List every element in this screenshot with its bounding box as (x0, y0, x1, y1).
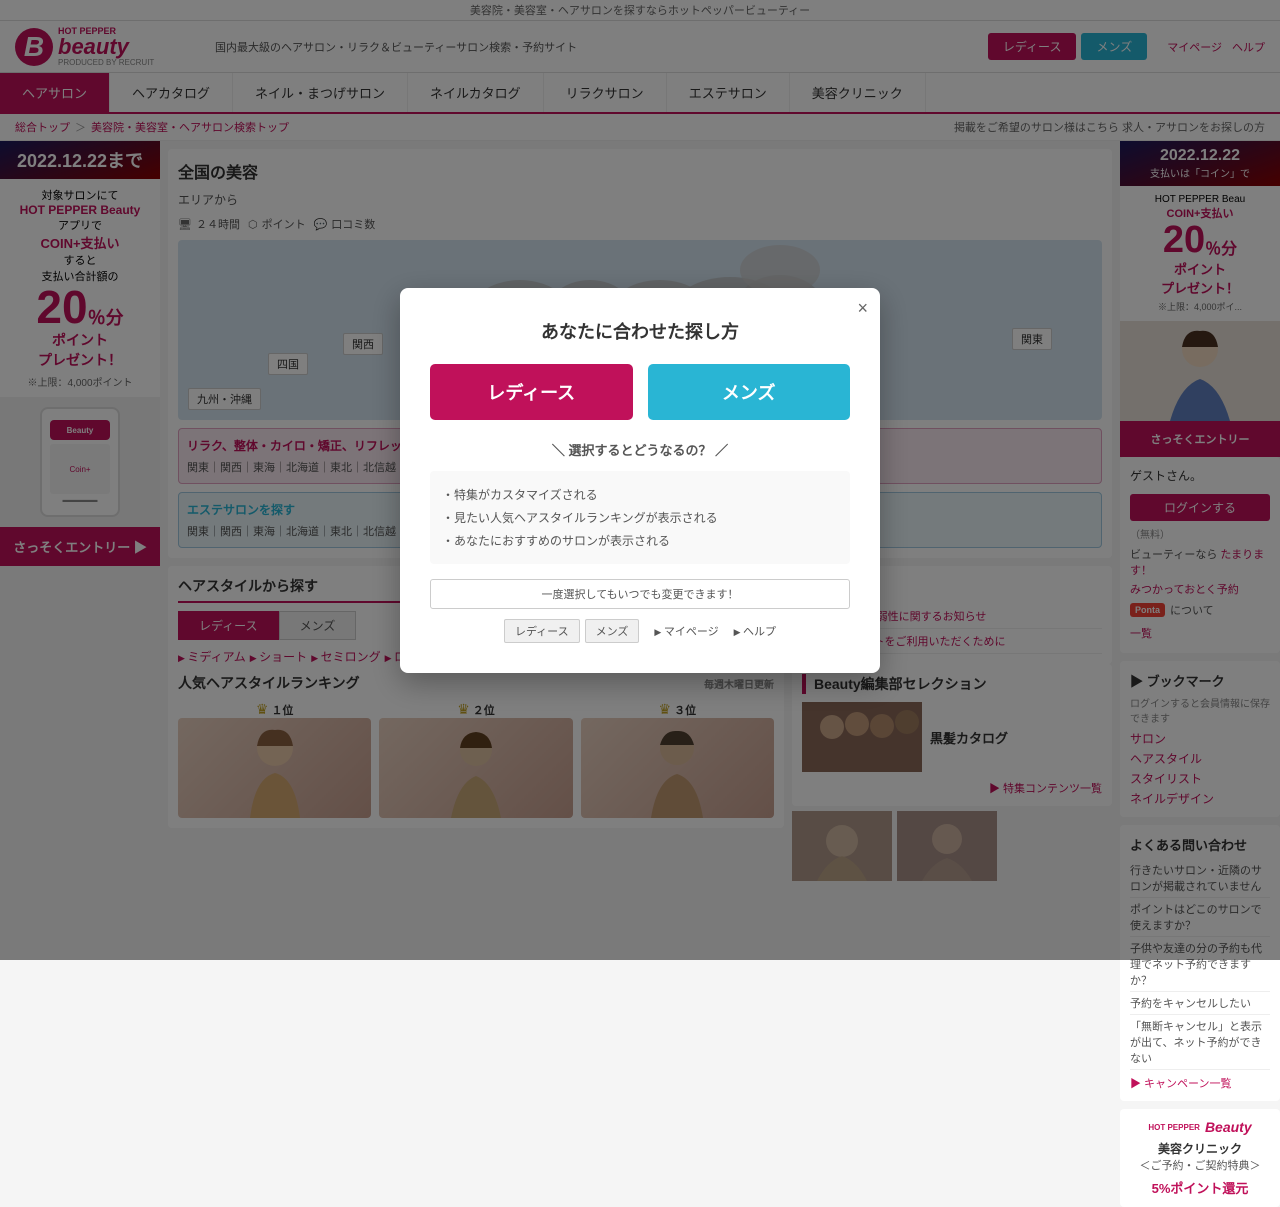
clinic-logo-hot: HOT PEPPER (1148, 1123, 1200, 1132)
modal-overlay[interactable]: × あなたに合わせた探し方 レディース メンズ ＼ 選択するとどうなるの？ ／ … (0, 0, 1280, 960)
modal-title: あなたに合わせた探し方 (430, 318, 850, 344)
campaign-more-link[interactable]: ▶ キャンペーン一覧 (1130, 1075, 1270, 1091)
clinic-offer-text: ＜ご予約・ご契約特典＞ (1130, 1157, 1270, 1173)
modal-close-button[interactable]: × (857, 298, 868, 319)
modal-gender-buttons: レディース メンズ (430, 364, 850, 420)
modal-note: 一度選択してもいつでも変更できます！ (430, 579, 850, 609)
clinic-logo-beauty: Beauty (1205, 1119, 1252, 1135)
modal-ladies-button[interactable]: レディース (430, 364, 633, 420)
clinic-logo-clinic: 美容クリニック (1130, 1140, 1270, 1157)
faq-item-5[interactable]: 「無断キャンセル」と表示が出て、ネット予約ができない (1130, 1015, 1270, 1070)
modal-benefit-1: 特集がカスタマイズされる (442, 483, 838, 506)
modal-benefit-3: あなたにおすすめのサロンが表示される (442, 529, 838, 552)
modal-footer-ladies-button[interactable]: レディース (504, 619, 580, 643)
modal-footer-mens-button[interactable]: メンズ (585, 619, 640, 643)
modal-benefit-2: 見たい人気ヘアスタイルランキングが表示される (442, 506, 838, 529)
modal-benefits: 特集がカスタマイズされる 見たい人気ヘアスタイルランキングが表示される あなたに… (430, 471, 850, 564)
clinic-logo: HOT PEPPER Beauty (1130, 1119, 1270, 1135)
modal-footer-buttons: レディース メンズ (504, 619, 639, 643)
modal-mens-button[interactable]: メンズ (648, 364, 851, 420)
modal-footer: レディース メンズ マイページ ヘルプ (430, 619, 850, 643)
modal-mypage-link[interactable]: マイページ (654, 623, 718, 639)
faq-item-4[interactable]: 予約をキャンセルしたい (1130, 992, 1270, 1015)
clinic-offer: 5%ポイント還元 (1130, 1178, 1270, 1197)
modal-question: ＼ 選択するとどうなるの？ ／ (430, 440, 850, 459)
clinic-banner: HOT PEPPER Beauty 美容クリニック ＜ご予約・ご契約特典＞ 5%… (1120, 1109, 1280, 1207)
gender-modal: × あなたに合わせた探し方 レディース メンズ ＼ 選択するとどうなるの？ ／ … (400, 288, 880, 673)
modal-help-link[interactable]: ヘルプ (734, 623, 776, 639)
